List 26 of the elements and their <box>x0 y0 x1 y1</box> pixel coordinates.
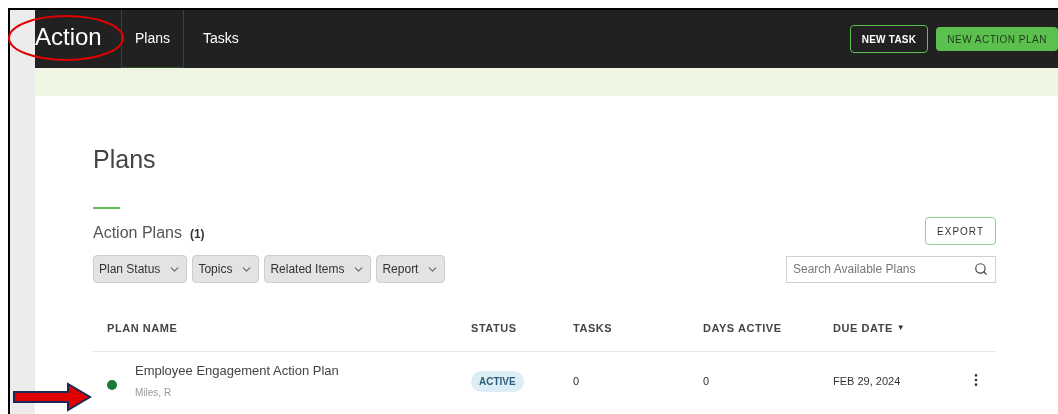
filter-dropdown[interactable]: Plan Status <box>93 255 188 283</box>
table-cell: FEB 29, 2024 <box>833 375 901 388</box>
status-badge: ACTIVE <box>471 371 524 393</box>
nav-tab[interactable]: Tasks <box>184 10 258 68</box>
new-plan-button[interactable]: NEW ACTION PLAN <box>936 27 1058 51</box>
search-icon <box>974 261 988 276</box>
table-cell: 0 <box>703 375 710 388</box>
column-header: TASKS <box>573 321 613 336</box>
filter-dropdown[interactable]: Related Items <box>264 255 372 283</box>
plan-count: (1) <box>189 226 205 243</box>
export-button[interactable]: EXPORT <box>925 217 996 245</box>
page-title: Plans <box>93 147 157 172</box>
filter-dropdown[interactable]: Topics <box>192 255 260 283</box>
table-cell: 0 <box>573 375 580 388</box>
search-field[interactable]: Search Available Plans <box>786 255 996 283</box>
sort-caret-icon: ▼ <box>896 322 905 335</box>
column-header: DAYS ACTIVE <box>703 321 782 336</box>
column-header: DUE DATE <box>833 321 893 336</box>
new-task-button[interactable]: NEW TASK <box>849 25 929 53</box>
column-header: STATUS <box>471 321 517 336</box>
plan-owner: Miles, R <box>135 386 173 400</box>
filter-dropdown[interactable]: Report <box>376 255 446 283</box>
app-title: Action <box>35 25 103 49</box>
column-header: PLAN NAME <box>107 321 178 336</box>
plan-name[interactable]: Employee Engagement Action Plan <box>135 360 339 380</box>
section-title: Action Plans <box>93 223 182 243</box>
